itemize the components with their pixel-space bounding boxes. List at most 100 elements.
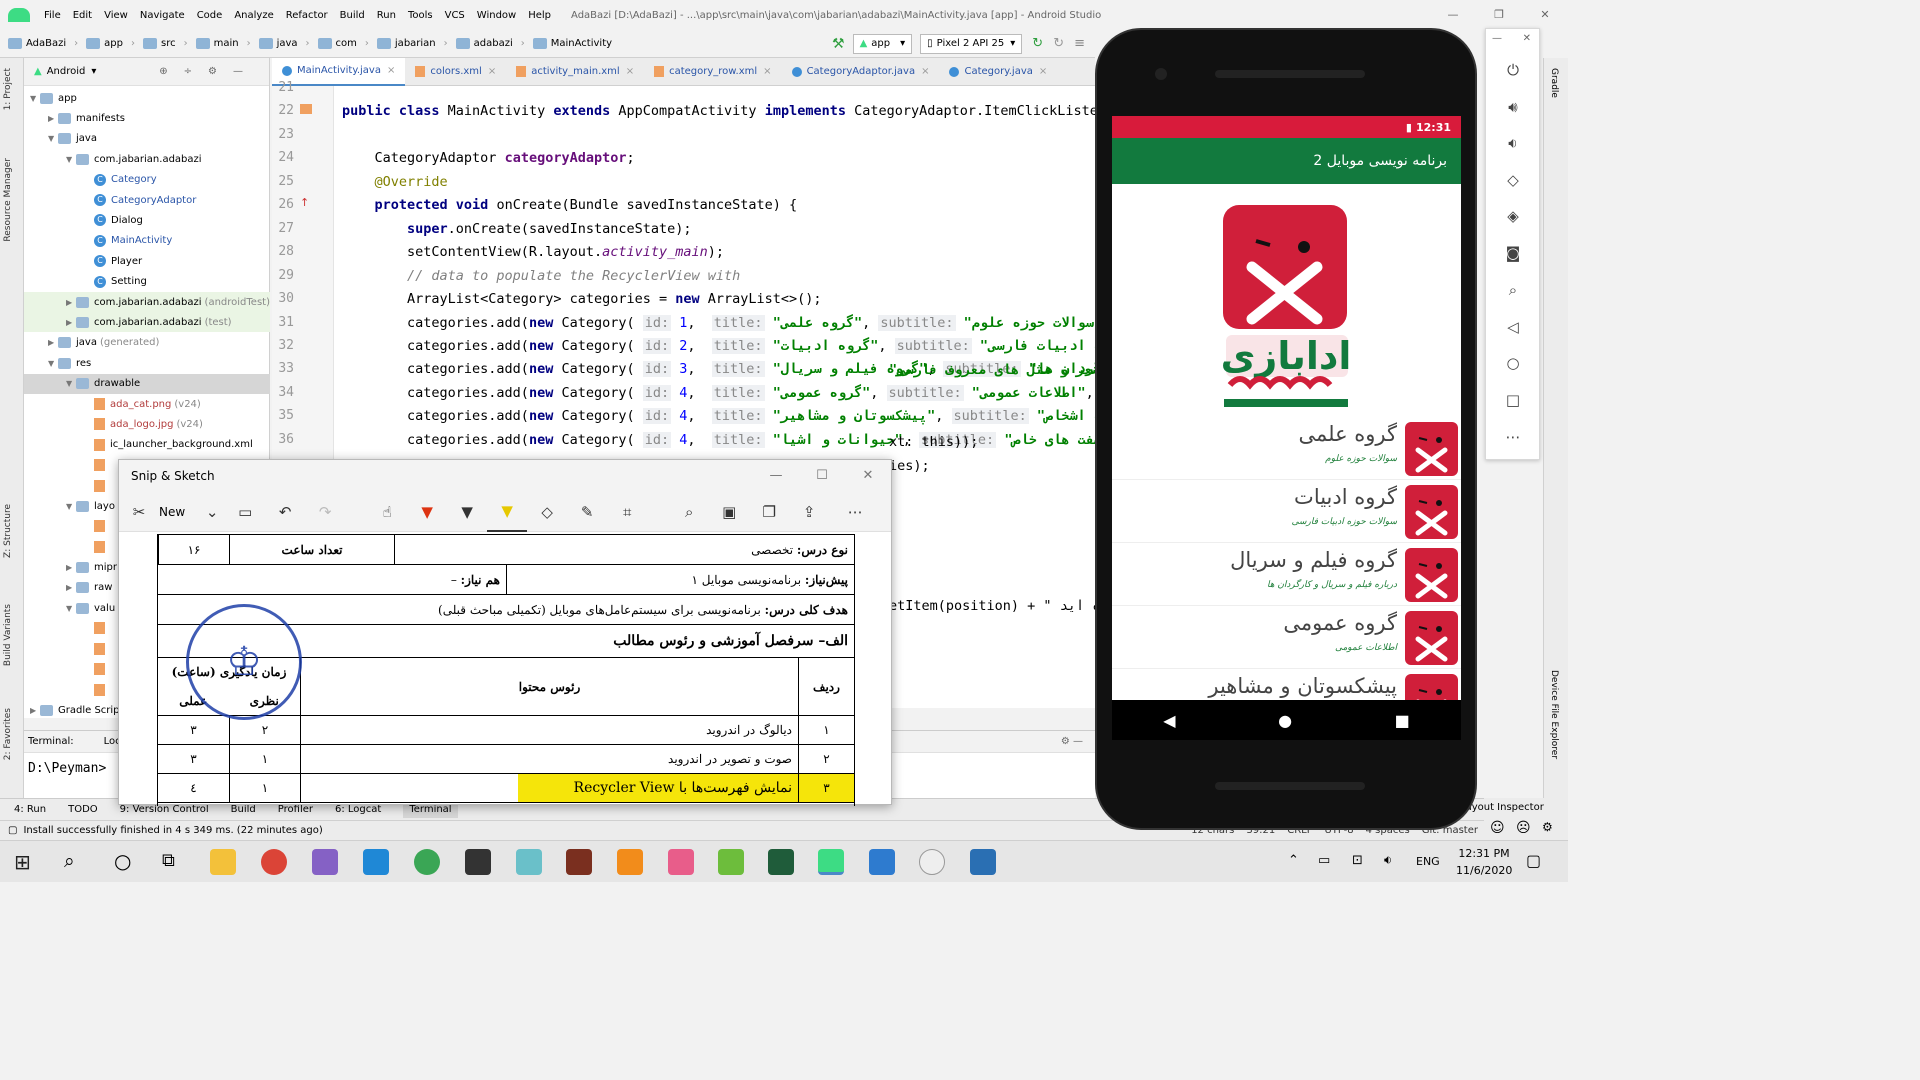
save-icon[interactable]: ▣ (709, 492, 749, 532)
battery-icon[interactable]: ▭ (1318, 853, 1330, 868)
image-app-icon[interactable] (970, 849, 996, 875)
category-list-item[interactable]: گروه علمی سوالات حوزه علوم (1112, 418, 1461, 480)
close-icon[interactable]: × (488, 66, 496, 77)
volume-icon[interactable]: 🔉︎ (1384, 853, 1392, 868)
editor-tab[interactable]: Category.java × (939, 58, 1057, 86)
tree-arrow-icon[interactable]: ▶ (66, 583, 76, 592)
back-icon[interactable]: ◀ (1163, 711, 1175, 730)
maximize-button[interactable]: ☐ (799, 460, 845, 492)
tree-arrow-icon[interactable]: ▼ (30, 94, 40, 103)
home-icon[interactable]: ○ (1502, 352, 1524, 374)
smile-icon[interactable]: ☺ (1490, 820, 1505, 836)
project-tree-item[interactable]: ▶ com.jabarian.adabazi (androidTest) (24, 292, 270, 312)
highlighter-icon[interactable]: ▼ (487, 492, 528, 532)
menu-item[interactable]: Run (371, 10, 402, 21)
minimize-button[interactable]: — (1430, 0, 1476, 30)
device-select[interactable]: ▯ Pixel 2 API 25 ▾ (920, 33, 1023, 54)
open-folder-icon[interactable]: ▭ (225, 492, 265, 532)
breadcrumb-item[interactable]: java › (258, 38, 310, 49)
inspector-icon[interactable]: ⚙ (1542, 820, 1553, 834)
search-icon[interactable]: ⌕ (64, 850, 75, 872)
project-tree-item[interactable]: C CategoryAdaptor (24, 190, 270, 210)
android-studio-icon[interactable] (818, 849, 844, 875)
share-icon[interactable]: ⇪ (789, 492, 829, 532)
tool-window-tab[interactable]: TODO (68, 804, 98, 815)
gradle-tool-button[interactable]: Gradle (1549, 68, 1559, 98)
breadcrumb-item[interactable]: adabazi › (455, 38, 525, 49)
sync-icon[interactable]: ≡ (1074, 36, 1085, 51)
menu-item[interactable]: Analyze (228, 10, 279, 21)
editor-tab[interactable]: CategoryAdaptor.java × (782, 58, 940, 86)
close-icon[interactable]: × (387, 65, 395, 76)
tree-arrow-icon[interactable]: ▶ (48, 114, 58, 123)
editor-tab[interactable]: category_row.xml × (644, 58, 781, 86)
maximize-button[interactable]: ❐ (1476, 0, 1522, 30)
rotate-right-icon[interactable]: ◈ (1502, 205, 1524, 227)
project-tree-item[interactable]: ▼ res (24, 353, 270, 373)
tree-arrow-icon[interactable]: ▼ (48, 359, 58, 368)
breakpoint-icon[interactable] (300, 104, 312, 114)
category-list-item[interactable]: گروه عمومی اطلاعات عمومی (1112, 607, 1461, 669)
emulator-app-icon[interactable] (768, 849, 794, 875)
project-tree-item[interactable]: ▼ java (24, 129, 270, 149)
project-tree-item[interactable]: ada_logo.jpg (v24) (24, 414, 270, 434)
notes-app-icon[interactable] (516, 849, 542, 875)
vlc-icon[interactable] (617, 849, 643, 875)
visual-studio-icon[interactable] (312, 849, 338, 875)
project-view-select[interactable]: Android (47, 66, 86, 77)
zoom-icon[interactable]: ⌕ (1502, 279, 1524, 301)
close-button[interactable]: ✕ (845, 460, 891, 492)
volume-down-icon[interactable]: 🔉︎ (1502, 132, 1524, 154)
panel-actions-icon[interactable]: ⊕÷⚙— (159, 66, 259, 77)
close-icon[interactable]: × (763, 66, 771, 77)
chevron-up-icon[interactable]: ⌃ (1288, 853, 1299, 868)
menu-item[interactable]: Navigate (134, 10, 191, 21)
hammer-icon[interactable]: ⚒ (832, 36, 845, 52)
close-icon[interactable]: × (626, 66, 634, 77)
photos-app-icon[interactable] (919, 849, 945, 875)
rerun-icon[interactable]: ↻ (1032, 36, 1043, 51)
vscode-icon[interactable] (363, 849, 389, 875)
language-indicator[interactable]: ENG (1416, 855, 1440, 868)
tree-arrow-icon[interactable]: ▶ (66, 318, 76, 327)
volume-up-icon[interactable]: 🔊︎ (1502, 96, 1524, 118)
favorites-tool-button[interactable]: 2: Favorites (3, 708, 13, 760)
breadcrumb-item[interactable]: app › (86, 38, 135, 49)
more-icon[interactable]: ⋯ (1502, 426, 1524, 448)
project-tree-item[interactable]: C MainActivity (24, 231, 270, 251)
snip-icon[interactable]: ✂ (119, 492, 159, 532)
menu-item[interactable]: Refactor (280, 10, 334, 21)
camtasia-icon[interactable] (718, 849, 744, 875)
close-icon[interactable]: × (1039, 66, 1047, 77)
minimize-button[interactable]: — (753, 460, 799, 492)
rotate-left-icon[interactable]: ◇ (1502, 169, 1524, 191)
tree-arrow-icon[interactable]: ▶ (66, 298, 76, 307)
breadcrumb-item[interactable]: MainActivity (532, 38, 612, 49)
chrome-icon[interactable] (261, 849, 287, 875)
tree-arrow-icon[interactable]: ▼ (66, 155, 76, 164)
category-list-item[interactable]: گروه ادبیات سوالات حوزه ادبیات فارسی (1112, 481, 1461, 543)
menu-item[interactable]: View (98, 10, 134, 21)
device-file-explorer-button[interactable]: Device File Explorer (1549, 670, 1559, 759)
project-tree-item[interactable]: ▶ manifests (24, 108, 270, 128)
ruler-icon[interactable]: ✎ (567, 492, 607, 532)
tree-arrow-icon[interactable]: ▼ (66, 502, 76, 511)
tree-arrow-icon[interactable]: ▼ (48, 134, 58, 143)
resource-manager-tool-button[interactable]: Resource Manager (3, 158, 13, 242)
editor-tab[interactable]: activity_main.xml × (506, 58, 644, 86)
file-explorer-icon[interactable] (210, 849, 236, 875)
paint-app-icon[interactable] (668, 849, 694, 875)
structure-tool-button[interactable]: Z: Structure (3, 504, 13, 558)
redo-icon[interactable]: ↷ (305, 492, 345, 532)
build-variants-tool-button[interactable]: Build Variants (3, 604, 13, 666)
close-icon[interactable]: × (921, 66, 929, 77)
terminal-app-icon[interactable] (465, 849, 491, 875)
tree-arrow-icon[interactable]: ▶ (66, 563, 76, 572)
minimize-button[interactable]: — (1492, 33, 1502, 44)
project-tree-item[interactable]: ▼ com.jabarian.adabazi (24, 149, 270, 169)
overview-icon[interactable]: □ (1502, 389, 1524, 411)
touch-writing-icon[interactable]: ☝ (367, 492, 407, 532)
run-config-select[interactable]: ▲ app ▾ (852, 33, 913, 54)
maps-app-icon[interactable] (414, 849, 440, 875)
project-tree-item[interactable]: C Player (24, 251, 270, 271)
